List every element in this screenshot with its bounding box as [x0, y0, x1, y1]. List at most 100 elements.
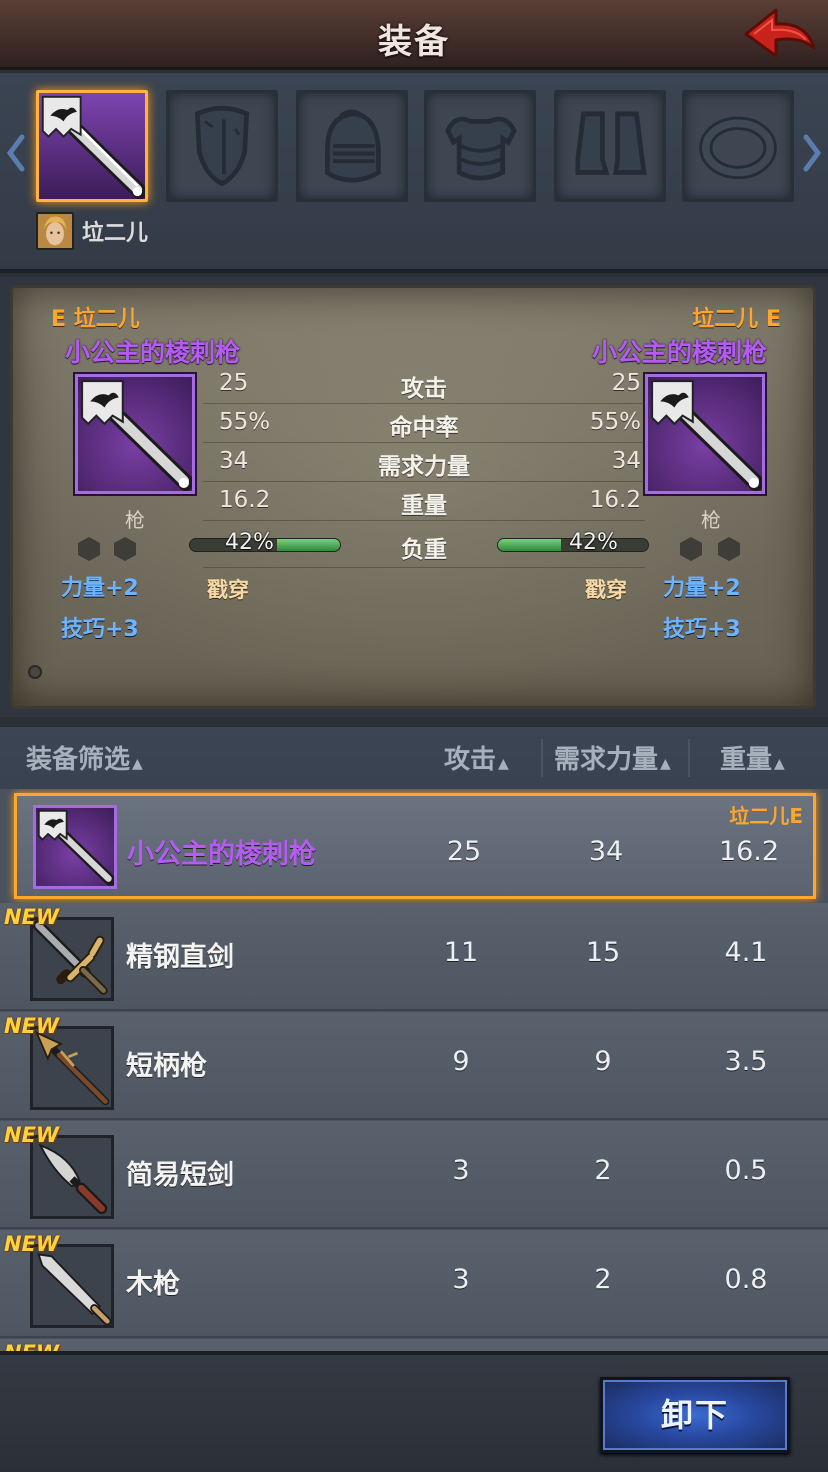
unequip-button[interactable]: 卸下 — [600, 1377, 790, 1453]
item-strength: 15 — [585, 937, 621, 968]
stat-right-value: 34 — [611, 448, 641, 474]
left-item-name: 小公主的棱刺枪 — [65, 338, 241, 367]
equipment-slot-bar: 垃二儿 — [0, 73, 828, 273]
item-name: 木枪 — [126, 1269, 180, 1300]
compare-panel: E 垃二儿 垃二儿 E 小公主的棱刺枪 小公主的棱刺枪 枪 枪 力量+2 技巧+… — [0, 277, 828, 717]
right-owner-label: 垃二儿 E — [692, 307, 781, 332]
list-item[interactable]: NEW 简易短剑 3 2 0.5 — [0, 1121, 828, 1229]
back-button[interactable] — [740, 4, 820, 64]
item-weight: 3.5 — [724, 1046, 768, 1077]
item-strength: 34 — [588, 836, 624, 867]
left-bonus-skill: 技巧+3 — [61, 617, 139, 642]
helmet-icon — [325, 109, 381, 183]
sort-strength-button[interactable]: 需求力量 ▲ — [554, 739, 671, 776]
equipment-list[interactable]: 垃二儿E 小公主的棱刺枪 25 34 16.2 NEW 精钢直剑 11 15 4… — [0, 789, 828, 1351]
stat-row-hit-rate: 55% 命中率 55% — [203, 405, 645, 443]
list-item[interactable]: 垃二儿E 小公主的棱刺枪 25 34 16.2 — [14, 793, 816, 899]
item-weight: 4.1 — [724, 937, 768, 968]
page-title: 装备 — [378, 22, 450, 62]
item-attack: 9 — [452, 1046, 470, 1077]
shield-icon — [194, 105, 250, 187]
new-badge: NEW — [4, 1232, 60, 1256]
item-strength: 9 — [594, 1046, 612, 1077]
item-name: 简易短剑 — [126, 1160, 234, 1191]
spear-icon — [651, 380, 765, 491]
right-item-icon — [645, 374, 765, 494]
back-arrow-icon — [744, 8, 816, 58]
sort-triangle-icon: ▲ — [774, 756, 785, 772]
stat-right-value: 16.2 — [589, 487, 641, 513]
sort-triangle-icon: ▲ — [132, 756, 143, 772]
slot-ring[interactable] — [682, 90, 794, 202]
item-weight: 16.2 — [718, 836, 780, 867]
stat-label: 攻击 — [401, 376, 447, 402]
list-item[interactable]: NEW 短柄枪 9 9 3.5 — [0, 1012, 828, 1120]
stat-row-strength-req: 34 需求力量 34 — [203, 444, 645, 482]
item-strength: 2 — [594, 1264, 612, 1295]
right-item-name: 小公主的棱刺枪 — [591, 338, 767, 367]
ring-icon — [699, 116, 777, 180]
list-item[interactable]: NEW 精钢直剑 11 15 4.1 — [0, 903, 828, 1011]
item-attack: 3 — [452, 1155, 470, 1186]
stat-row-load: 42% 负重 42% — [189, 524, 649, 568]
left-item-icon — [75, 374, 195, 494]
item-name: 短柄枪 — [126, 1051, 207, 1082]
item-thumbnail — [33, 805, 117, 889]
right-load-fill — [498, 539, 561, 551]
scroll-left-arrow-icon[interactable] — [2, 123, 28, 183]
right-load-value: 42% — [569, 530, 618, 555]
column-divider — [688, 739, 690, 777]
item-name: 精钢直剑 — [126, 942, 234, 973]
slot-owner: 垃二儿 — [36, 211, 148, 251]
equipment-filter-button[interactable]: 装备筛选 ▲ — [26, 739, 143, 776]
list-header: 装备筛选 ▲ 攻击 ▲ 需求力量 ▲ 重量 ▲ — [0, 727, 828, 789]
stat-label: 重量 — [401, 493, 447, 519]
item-weight: 0.8 — [724, 1264, 768, 1295]
item-weight: 0.5 — [724, 1155, 768, 1186]
col-weight-label: 重量 — [720, 745, 773, 775]
sort-triangle-icon: ▲ — [498, 756, 509, 772]
col-attack-label: 攻击 — [444, 745, 497, 775]
left-bonus-strength: 力量+2 — [61, 576, 139, 601]
item-attack: 11 — [443, 937, 479, 968]
slot-armor[interactable] — [424, 90, 536, 202]
rivet-icon — [28, 665, 42, 679]
empty-gem-socket-icon — [718, 537, 740, 561]
character-portrait-icon — [38, 214, 72, 248]
wooden-spear-icon — [37, 1253, 112, 1326]
spear-icon — [37, 809, 116, 886]
sword-icon — [33, 920, 108, 995]
left-owner-label: E 垃二儿 — [51, 307, 140, 332]
stat-row-attack: 25 攻击 25 — [203, 366, 645, 404]
new-badge: NEW — [4, 1341, 59, 1351]
empty-gem-socket-icon — [78, 537, 100, 561]
empty-gem-socket-icon — [680, 537, 702, 561]
left-item-type: 枪 — [125, 508, 145, 532]
equipped-by-tag: 垃二儿E — [729, 804, 803, 828]
sort-weight-button[interactable]: 重量 ▲ — [720, 739, 785, 776]
stat-row-weight: 16.2 重量 16.2 — [203, 483, 645, 521]
slot-shield[interactable] — [166, 90, 278, 202]
right-item-type: 枪 — [701, 508, 721, 532]
stat-right-value: 25 — [611, 370, 641, 396]
slot-boots[interactable] — [554, 90, 666, 202]
slot-helmet[interactable] — [296, 90, 408, 202]
new-badge: NEW — [4, 1123, 60, 1147]
item-thumbnail — [30, 1244, 114, 1328]
avatar — [36, 212, 74, 250]
slot-weapon[interactable] — [36, 90, 148, 202]
list-item[interactable]: NEW — [0, 1339, 828, 1351]
item-attack: 3 — [452, 1264, 470, 1295]
item-attack: 25 — [446, 836, 482, 867]
parchment-background: E 垃二儿 垃二儿 E 小公主的棱刺枪 小公主的棱刺枪 枪 枪 力量+2 技巧+… — [10, 285, 816, 709]
dagger-icon — [38, 1143, 108, 1215]
armor-icon — [445, 116, 517, 181]
list-item[interactable]: NEW 木枪 3 2 0.8 — [0, 1230, 828, 1338]
stat-label: 需求力量 — [378, 454, 470, 480]
scroll-right-arrow-icon[interactable] — [800, 123, 826, 183]
new-badge: NEW — [4, 1014, 60, 1038]
empty-gem-socket-icon — [114, 537, 136, 561]
sort-attack-button[interactable]: 攻击 ▲ — [444, 739, 509, 776]
item-thumbnail — [30, 1026, 114, 1110]
item-strength: 2 — [594, 1155, 612, 1186]
